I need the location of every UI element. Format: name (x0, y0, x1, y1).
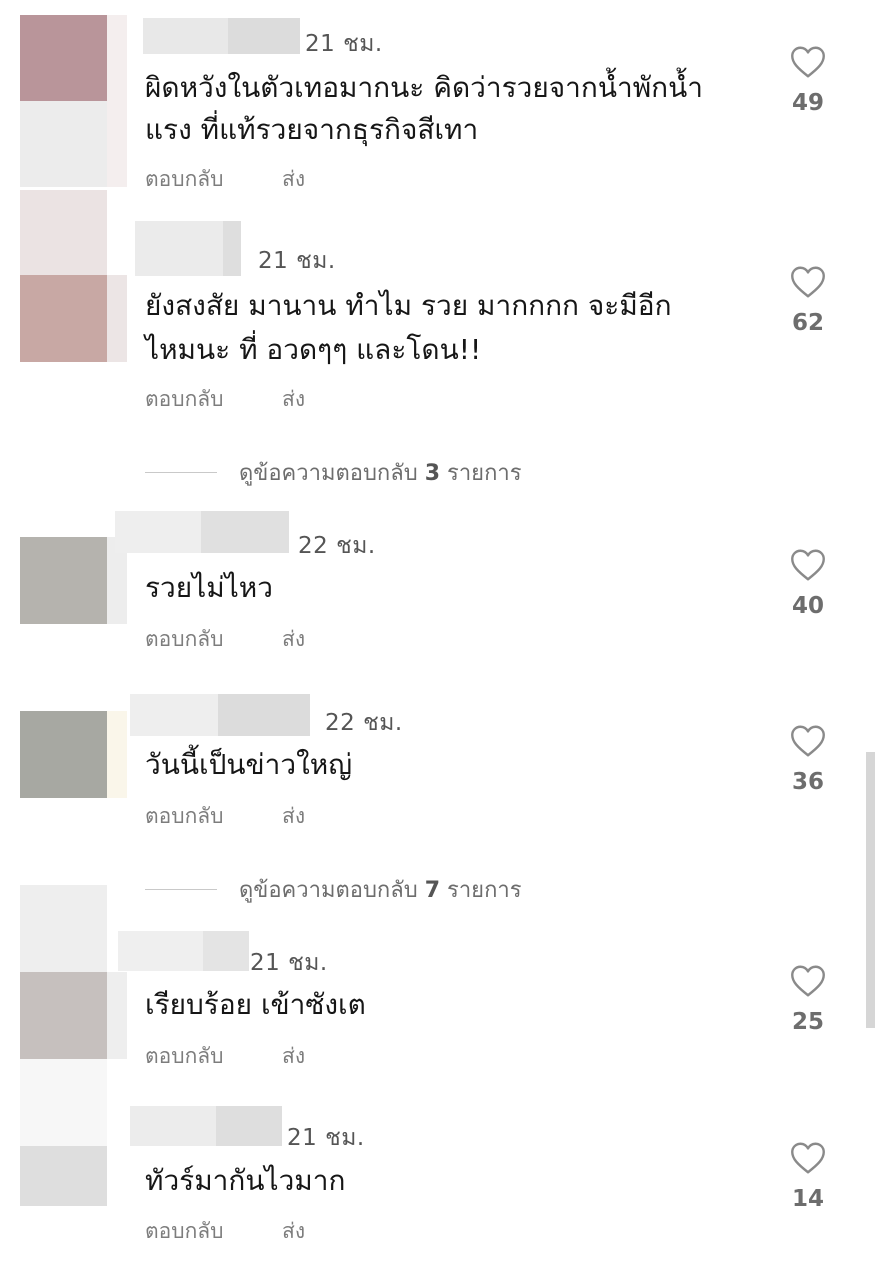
avatar (20, 101, 107, 187)
username-censored (203, 931, 249, 971)
avatar[interactable] (20, 537, 107, 624)
send-button[interactable]: ส่ง (282, 1040, 305, 1073)
avatar[interactable] (20, 711, 107, 798)
scrollbar-thumb[interactable] (866, 752, 875, 1028)
heart-icon[interactable] (790, 1141, 826, 1175)
avatar-strip (107, 711, 127, 798)
reply-button[interactable]: ตอบกลับ (145, 1040, 224, 1073)
divider-line (145, 888, 217, 890)
username-censored[interactable] (143, 18, 228, 54)
send-button[interactable]: ส่ง (282, 383, 305, 416)
comment-text: ทัวร์มากันไวมาก (145, 1164, 346, 1197)
comment-timestamp: 21 ชม. (250, 950, 328, 976)
view-replies-label: ดูข้อความตอบกลับ 7 รายการ (239, 877, 522, 903)
username-censored[interactable] (130, 1106, 216, 1146)
comment-timestamp: 22 ชม. (298, 533, 376, 559)
like-count: 62 (791, 310, 824, 336)
comment-text: รวยไม่ไหว (145, 571, 273, 604)
heart-icon[interactable] (790, 548, 826, 582)
username-censored[interactable] (118, 931, 203, 971)
avatar (20, 885, 107, 972)
comment-timestamp: 21 ชม. (287, 1125, 365, 1151)
send-button[interactable]: ส่ง (282, 800, 305, 833)
avatar-strip (107, 15, 127, 187)
username-censored (218, 694, 310, 736)
comment-text: ผิดหวังในตัวเทอมากนะ คิดว่ารวยจากน้ำพักน… (145, 71, 703, 104)
username-censored (201, 511, 289, 553)
like-count: 36 (791, 769, 824, 795)
comment-timestamp: 22 ชม. (325, 710, 403, 736)
heart-icon[interactable] (790, 964, 826, 998)
reply-button[interactable]: ตอบกลับ (145, 800, 224, 833)
comment-timestamp: 21 ชม. (305, 31, 383, 57)
reply-button[interactable]: ตอบกลับ (145, 623, 224, 656)
username-censored (223, 221, 241, 276)
avatar[interactable] (20, 972, 107, 1059)
send-button[interactable]: ส่ง (282, 163, 305, 196)
reply-button[interactable]: ตอบกลับ (145, 1215, 224, 1248)
view-replies-label: ดูข้อความตอบกลับ 3 รายการ (239, 460, 522, 486)
view-replies-link[interactable]: ดูข้อความตอบกลับ 3 รายการ (145, 457, 522, 487)
comment-text: ไหมนะ ที่ อวดๆๆ และโดน!! (145, 333, 482, 366)
username-censored (216, 1106, 282, 1146)
avatar[interactable] (20, 15, 107, 101)
reply-button[interactable]: ตอบกลับ (145, 383, 224, 416)
comment-text: เรียบร้อย เข้าซังเต (145, 988, 366, 1021)
like-count: 14 (791, 1186, 824, 1212)
comment-timestamp: 21 ชม. (258, 248, 336, 274)
avatar-strip (107, 275, 127, 362)
heart-icon[interactable] (790, 45, 826, 79)
username-censored[interactable] (135, 221, 223, 276)
avatar[interactable] (20, 1146, 107, 1206)
send-button[interactable]: ส่ง (282, 623, 305, 656)
avatar[interactable] (20, 275, 107, 362)
username-censored (228, 18, 300, 54)
avatar-strip (107, 972, 127, 1059)
heart-icon[interactable] (790, 265, 826, 299)
comment-text: วันนี้เป็นข่าวใหญ่ (145, 748, 353, 781)
like-count: 40 (791, 593, 824, 619)
username-censored[interactable] (115, 511, 201, 553)
divider-line (145, 471, 217, 473)
reply-button[interactable]: ตอบกลับ (145, 163, 224, 196)
comment-text: แรง ที่แท้รวยจากธุรกิจสีเทา (145, 113, 479, 146)
view-replies-link[interactable]: ดูข้อความตอบกลับ 7 รายการ (145, 874, 522, 904)
send-button[interactable]: ส่ง (282, 1215, 305, 1248)
username-censored[interactable] (130, 694, 218, 736)
heart-icon[interactable] (790, 724, 826, 758)
comment-text: ยังสงสัย มานาน ทำไม รวย มากกกก จะมีอีก (145, 289, 672, 322)
avatar (20, 1059, 107, 1146)
like-count: 25 (791, 1009, 824, 1035)
like-count: 49 (791, 90, 824, 116)
avatar (20, 190, 107, 275)
